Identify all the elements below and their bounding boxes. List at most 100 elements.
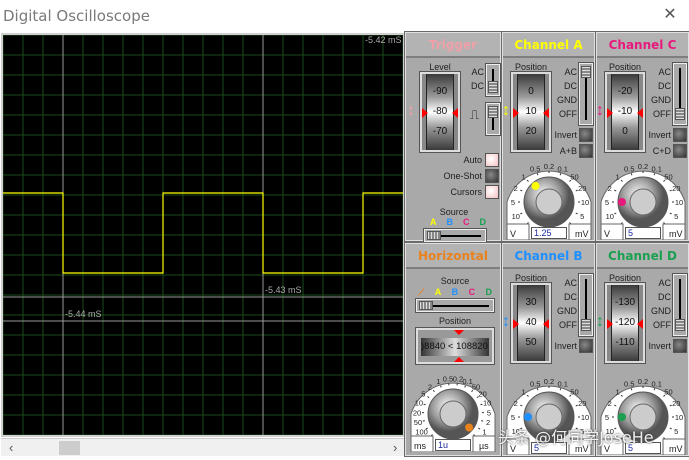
position-label: Position [511, 62, 551, 72]
dial-tick-label: 50 [570, 388, 578, 397]
trigger-dc-label: DC [464, 81, 484, 91]
position-label: Position [605, 62, 645, 72]
dial-tick-label: 2 [486, 418, 490, 427]
close-icon[interactable]: ✕ [662, 6, 678, 24]
source-b: B [452, 287, 459, 298]
dial-tick-label: 10 [483, 399, 491, 408]
dial-tick-label: 5 [605, 198, 609, 207]
channel-a-coupling-slider[interactable] [579, 63, 593, 125]
dial-tick-label: 2 [514, 184, 518, 193]
channel-c-volts-dial-unit-right: mV [669, 229, 683, 239]
edge-icon: ⎍ [470, 107, 479, 123]
channel-b-coupling-slider[interactable] [579, 274, 593, 336]
updown-arrow-icon: ↕ [502, 314, 510, 330]
coupling-dc-label: DC [553, 81, 577, 91]
trigger-source-slider[interactable] [424, 229, 486, 242]
one-shot-label: One-Shot [426, 171, 482, 181]
dial-pointer-icon [524, 413, 532, 421]
channel-c-position-drum[interactable]: -30-20-100 [605, 72, 645, 152]
dial-tick-label: 1 [615, 173, 619, 182]
trigger-edge-slider[interactable] [486, 103, 500, 135]
auto-button[interactable] [485, 153, 499, 167]
horizontal-scrollbar[interactable]: ‹ › [1, 438, 405, 456]
dial-pointer-icon [465, 423, 473, 431]
marker-left-icon [637, 108, 643, 118]
channel-c-coupling-slider[interactable] [673, 63, 687, 125]
drum-value: -90 [427, 86, 453, 97]
drum-value: -10 [612, 106, 638, 117]
slider-thumb[interactable] [675, 108, 685, 120]
dial-tick [560, 388, 561, 390]
dial-tick-label: 50 [664, 173, 672, 182]
drum-value: -70 [427, 126, 453, 137]
channel-a-volts-dial-value-input[interactable]: 1.25 [531, 227, 567, 239]
scope-screen[interactable]: -5.42 mS -5.43 mS -5.44 mS [1, 33, 405, 437]
cursors-button[interactable] [485, 185, 499, 199]
position-label: Position [605, 273, 645, 283]
dial-tick [631, 388, 632, 390]
channel-b-title: Channel B [503, 244, 594, 269]
auto-label: Auto [426, 155, 482, 165]
dial-tick-label: 0.1 [558, 165, 568, 174]
channel-a-volts-dial-unit-right: mV [575, 229, 589, 239]
title-bar: Digital Oscilloscope ✕ [0, 0, 689, 32]
drum-value: 30 [518, 297, 544, 308]
dial-tick [670, 428, 672, 429]
horizontal-source-slider[interactable] [416, 299, 494, 312]
channel-c-volts-dial-value-input[interactable]: 5 [625, 227, 661, 239]
invert-label: Invert [633, 130, 671, 140]
channel-b-invert-button[interactable] [579, 339, 593, 353]
channel-c-panel: Channel CPosition-30-20-100↕ACDCGNDOFFIn… [596, 32, 689, 241]
dial-tick-label: 0.5 [624, 165, 634, 174]
channel-b-position-drum[interactable]: 304050 [511, 283, 551, 363]
dial-tick-label: 1 [615, 388, 619, 397]
dial-tick [614, 213, 616, 214]
coupling-ac-label: AC [647, 278, 671, 288]
slider-thumb[interactable] [581, 66, 591, 78]
marker-right-icon [513, 108, 519, 118]
dial-tick [576, 190, 578, 191]
scroll-thumb[interactable] [59, 441, 80, 455]
one-shot-button[interactable] [485, 169, 499, 183]
channel-c-invert-button[interactable] [673, 128, 687, 142]
dial-tick [560, 173, 561, 175]
trigger-ac-label: AC [464, 67, 484, 77]
horizontal-title: Horizontal [406, 244, 500, 269]
horizontal-position-drum[interactable]: )8840 < 108820 < [416, 328, 494, 364]
channel-d-position-drum[interactable]: -130-120-110 [605, 283, 645, 363]
trigger-level-drum[interactable]: -100-90-80-70 [420, 72, 460, 152]
timebase-dial-value-input[interactable]: 1u [435, 439, 471, 451]
dial-tick-label: 50 [414, 418, 422, 427]
channel-c-volts-dial[interactable]: 20105210.50.20.150201052VmV5 [599, 156, 687, 240]
horizontal-source-label: Source [416, 276, 494, 286]
dial-tick-label: 0.1 [652, 165, 662, 174]
scroll-right-icon[interactable]: › [393, 439, 397, 456]
channel-d-coupling-slider[interactable] [673, 274, 687, 336]
timebase-dial[interactable]: 2001005020105210.50.20.15020105210.5msµs… [409, 368, 497, 452]
channel-a-volts-dial[interactable]: 20105210.50.20.150201052VmV1.25 [505, 156, 593, 240]
coupling-gnd-label: GND [553, 306, 577, 316]
slider-thumb[interactable] [675, 319, 685, 331]
slider-thumb[interactable] [581, 319, 591, 331]
drum-value: -10 [518, 72, 544, 77]
dial-tick-label: 2 [428, 382, 432, 391]
coupling-dc-label: DC [647, 81, 671, 91]
channel-a-position-drum[interactable]: -1001020 [511, 72, 551, 152]
scroll-left-icon[interactable]: ‹ [9, 439, 13, 456]
channel-d-invert-button[interactable] [673, 339, 687, 353]
dial-tick [654, 388, 655, 390]
dial-tick-label: 5 [511, 198, 515, 207]
source-b: B [447, 217, 454, 227]
source-c: C [469, 287, 476, 298]
dial-pointer-icon [618, 198, 626, 206]
dial-knob-cap [440, 401, 466, 427]
dial-tick-label: 50 [570, 173, 578, 182]
timebase-dial-unit-left: ms [414, 441, 426, 451]
window-title: Digital Oscilloscope [3, 7, 150, 25]
dial-tick-label: 1 [436, 377, 440, 386]
dial-tick-label: 10 [581, 198, 589, 207]
channel-a-invert-button[interactable] [579, 128, 593, 142]
source-c: C [463, 217, 470, 227]
trigger-coupling-slider[interactable] [486, 64, 500, 96]
coupling-off-label: OFF [553, 109, 577, 119]
